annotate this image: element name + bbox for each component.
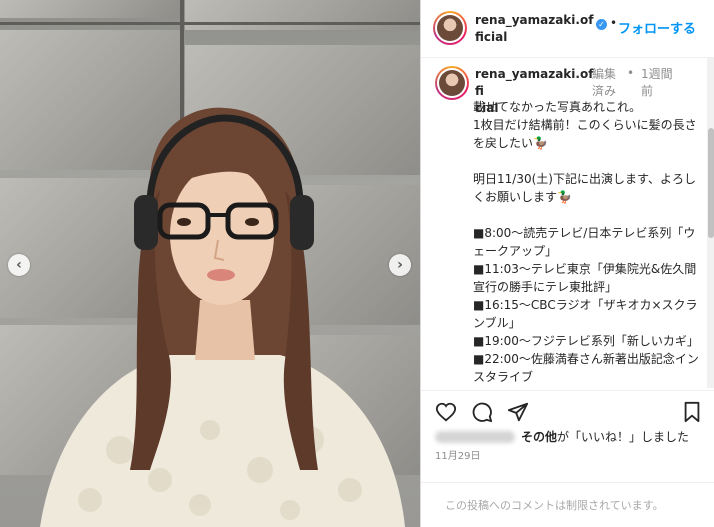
scrollbar-thumb[interactable]	[708, 128, 714, 238]
edited-label: 編集済み	[592, 67, 617, 98]
previous-photo-button[interactable]: ‹	[8, 254, 30, 276]
comments-restricted-notice: この投稿へのコメントは制限されています。	[421, 482, 714, 527]
post-date[interactable]: 11月29日	[435, 447, 480, 462]
caption-avatar[interactable]	[435, 66, 469, 100]
action-bar	[421, 390, 714, 430]
likes-others-link[interactable]: その他	[521, 430, 557, 444]
bookmark-icon[interactable]	[681, 401, 703, 423]
post-time[interactable]: 1週間前	[641, 66, 681, 100]
verified-badge-icon: ✓	[596, 19, 607, 30]
avatar-image	[437, 15, 463, 41]
follow-button[interactable]: フォローする	[618, 18, 696, 37]
likes-suffix: が「いいね！」しました	[557, 430, 690, 444]
caption-scrollbar[interactable]	[707, 58, 714, 388]
post-photo[interactable]: ‹ ›	[0, 0, 420, 527]
avatar[interactable]	[433, 11, 467, 45]
liker-name-blurred[interactable]	[435, 431, 515, 443]
separator-dot: •	[627, 66, 635, 80]
post-username[interactable]: rena_yamazaki.of ficial	[475, 12, 595, 46]
chevron-left-icon: ‹	[16, 257, 22, 273]
chevron-right-icon: ›	[397, 257, 403, 273]
post-side-panel: rena_yamazaki.of ficial ✓ • フォローする rena_…	[420, 0, 714, 527]
separator-dot: •	[610, 16, 618, 30]
post-header: rena_yamazaki.of ficial ✓ • フォローする	[421, 0, 714, 58]
next-photo-button[interactable]: ›	[389, 254, 411, 276]
portrait-illustration	[40, 107, 405, 527]
avatar-image	[439, 70, 465, 96]
caption-area[interactable]: rena_yamazaki.offi cial 編集済み • 1週間前 載せてな…	[421, 58, 707, 388]
likes-summary: その他が「いいね！」しました	[435, 427, 714, 447]
share-icon[interactable]	[507, 401, 529, 423]
comments-restricted-text: この投稿へのコメントは制限されています。	[445, 499, 664, 512]
heart-icon[interactable]	[435, 401, 457, 423]
comment-icon[interactable]	[471, 401, 493, 423]
caption-text: 載せてなかった写真あれこれ。 1枚目だけ結構前！このくらいに髪の長さを戻したい🦆…	[473, 100, 699, 384]
